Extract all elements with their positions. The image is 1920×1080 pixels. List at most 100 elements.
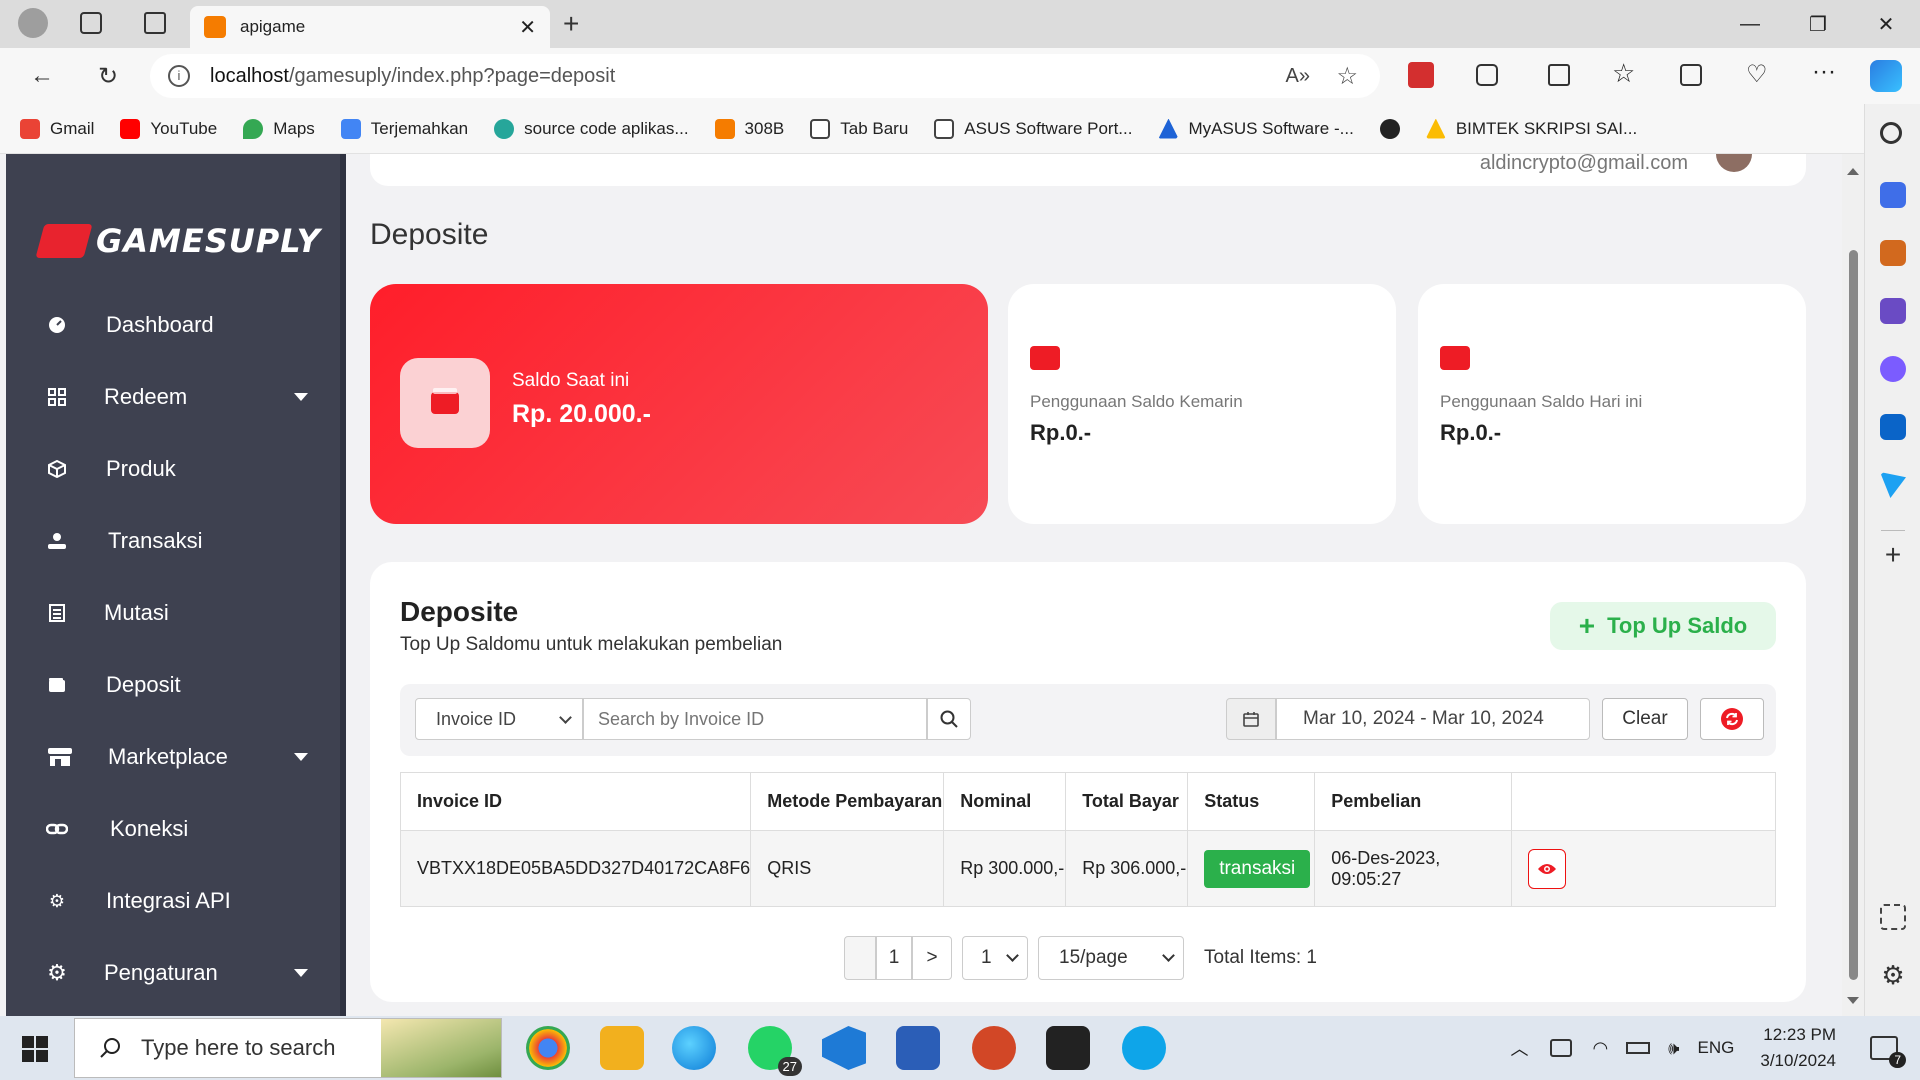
bookmark-github[interactable] bbox=[1379, 118, 1400, 139]
search-input[interactable] bbox=[583, 698, 927, 740]
file-explorer-icon[interactable] bbox=[600, 1026, 644, 1070]
avatar[interactable] bbox=[1716, 154, 1752, 172]
volume-icon[interactable]: 🕪 bbox=[1668, 1038, 1679, 1059]
word-icon[interactable] bbox=[896, 1026, 940, 1070]
page-select[interactable]: 1 bbox=[962, 936, 1028, 980]
column-header[interactable]: Total Bayar bbox=[1065, 772, 1189, 831]
minimize-icon[interactable]: — bbox=[1716, 0, 1784, 48]
bookmark-myasus[interactable]: MyASUS Software -... bbox=[1158, 118, 1354, 139]
extensions-icon[interactable] bbox=[1476, 64, 1498, 86]
new-tab-icon[interactable]: + bbox=[563, 10, 579, 38]
page-scrollbar[interactable] bbox=[1842, 154, 1864, 1016]
close-window-icon[interactable]: ✕ bbox=[1852, 0, 1920, 48]
page-number-button[interactable]: 1 bbox=[876, 936, 912, 980]
pdf-extension-icon[interactable] bbox=[1408, 62, 1434, 88]
view-detail-button[interactable] bbox=[1528, 848, 1567, 889]
profile-icon[interactable] bbox=[18, 8, 48, 38]
clear-button[interactable]: Clear bbox=[1602, 698, 1688, 740]
microsoft365-icon[interactable] bbox=[1880, 356, 1906, 382]
bookmark-gmail[interactable]: Gmail bbox=[20, 118, 94, 139]
send-icon[interactable] bbox=[1880, 472, 1906, 498]
search-button[interactable] bbox=[927, 698, 971, 740]
language-indicator[interactable]: ENG bbox=[1698, 1038, 1735, 1058]
column-header[interactable]: Invoice ID bbox=[399, 772, 752, 831]
clock[interactable]: 12:23 PM 3/10/2024 bbox=[1760, 1022, 1836, 1074]
outlook-icon[interactable] bbox=[1880, 414, 1906, 440]
notification-icon[interactable]: 7 bbox=[1870, 1036, 1906, 1068]
wifi-icon[interactable]: ◠ bbox=[1592, 1038, 1608, 1059]
column-header[interactable]: Pembelian bbox=[1314, 772, 1513, 831]
top-up-button[interactable]: + Top Up Saldo bbox=[1550, 602, 1776, 650]
tab-actions-icon[interactable] bbox=[144, 12, 166, 34]
shopping-tag-icon[interactable] bbox=[1880, 182, 1906, 208]
taskbar-search[interactable]: Type here to search bbox=[74, 1018, 502, 1078]
tab-apigame[interactable]: apigame ✕ bbox=[190, 6, 550, 48]
column-header[interactable]: Nominal bbox=[943, 772, 1067, 831]
back-icon[interactable]: ← bbox=[28, 62, 56, 90]
bookmark-tab-baru[interactable]: Tab Baru bbox=[810, 118, 908, 139]
date-range-input[interactable]: Mar 10, 2024 - Mar 10, 2024 bbox=[1276, 698, 1590, 740]
sidebar-item-transaksi[interactable]: Transaksi bbox=[6, 516, 346, 566]
column-header[interactable]: Status bbox=[1187, 772, 1316, 831]
settings-gear-icon[interactable]: ⚙ bbox=[1880, 962, 1906, 988]
sidebar-item-marketplace[interactable]: Marketplace bbox=[6, 732, 346, 782]
bookmark-youtube[interactable]: YouTube bbox=[120, 118, 217, 139]
bookmark-asus-software[interactable]: ASUS Software Port... bbox=[934, 118, 1132, 139]
per-page-select[interactable]: 15/page bbox=[1038, 936, 1184, 980]
restore-icon[interactable]: ❐ bbox=[1784, 0, 1852, 48]
vscode-icon[interactable] bbox=[822, 1026, 866, 1070]
add-icon[interactable]: + bbox=[1880, 541, 1906, 569]
search-icon[interactable] bbox=[1880, 122, 1902, 144]
workspaces-icon[interactable] bbox=[80, 12, 102, 34]
sidebar-item-produk[interactable]: Produk bbox=[6, 444, 346, 494]
screenshot-icon[interactable] bbox=[1880, 904, 1906, 930]
more-menu-icon[interactable]: ··· bbox=[1812, 58, 1836, 86]
games-icon[interactable] bbox=[1880, 298, 1906, 324]
sidebar-item-integrasi-api[interactable]: ⚙ Integrasi API bbox=[6, 876, 346, 926]
windows-start-icon[interactable] bbox=[22, 1036, 48, 1062]
tools-icon[interactable] bbox=[1880, 240, 1906, 266]
favorite-star-icon[interactable]: ☆ bbox=[1336, 62, 1358, 91]
chevron-up-icon[interactable]: ︿ bbox=[1510, 1035, 1528, 1061]
reload-icon[interactable]: ↻ bbox=[94, 62, 122, 90]
whatsapp-icon[interactable]: 27 bbox=[748, 1026, 802, 1076]
sidebar-item-redeem[interactable]: Redeem bbox=[6, 372, 346, 422]
refresh-button[interactable] bbox=[1700, 698, 1764, 740]
read-aloud-icon[interactable]: A» bbox=[1286, 65, 1310, 88]
close-tab-icon[interactable]: ✕ bbox=[519, 15, 536, 40]
browser-essentials-icon[interactable]: ♡ bbox=[1746, 60, 1768, 89]
sidebar-item-label: Koneksi bbox=[110, 816, 189, 841]
meet-now-icon[interactable] bbox=[1550, 1039, 1573, 1057]
bookmark-bimtek[interactable]: BIMTEK SKRIPSI SAI... bbox=[1425, 118, 1637, 139]
favorites-icon[interactable]: ☆ bbox=[1612, 58, 1635, 89]
battery-icon[interactable] bbox=[1626, 1042, 1651, 1054]
scroll-up-icon[interactable] bbox=[1847, 168, 1859, 175]
prev-page-button[interactable] bbox=[844, 936, 876, 980]
chrome-icon[interactable] bbox=[526, 1026, 570, 1070]
sidebar-item-dashboard[interactable]: Dashboard bbox=[6, 300, 346, 350]
powerpoint-icon[interactable] bbox=[972, 1026, 1016, 1070]
scroll-down-icon[interactable] bbox=[1847, 997, 1859, 1004]
bookmark-308b[interactable]: 308B bbox=[714, 118, 784, 139]
copilot-icon[interactable] bbox=[1870, 60, 1902, 92]
sticky-notes-icon[interactable] bbox=[1046, 1026, 1090, 1070]
address-bar[interactable]: i localhost/gamesuply/index.php?page=dep… bbox=[150, 54, 1380, 98]
filter-field-select[interactable]: Invoice ID bbox=[415, 698, 583, 740]
site-info-icon[interactable]: i bbox=[168, 65, 190, 87]
bookmark-maps[interactable]: Maps bbox=[243, 118, 315, 139]
sidebar-item-mutasi[interactable]: Mutasi bbox=[6, 588, 346, 638]
split-screen-icon[interactable] bbox=[1548, 64, 1570, 86]
sidebar-item-deposit[interactable]: Deposit bbox=[6, 660, 346, 710]
collections-icon[interactable] bbox=[1680, 64, 1702, 86]
column-header[interactable]: Metode Pembayaran bbox=[750, 772, 945, 831]
bookmark-terjemahkan[interactable]: Terjemahkan bbox=[340, 118, 468, 139]
next-page-button[interactable]: > bbox=[912, 936, 952, 980]
calendar-button[interactable] bbox=[1226, 698, 1276, 740]
sidebar-item-pengaturan[interactable]: ⚙ Pengaturan bbox=[6, 948, 346, 998]
sidebar-scrollbar[interactable] bbox=[340, 154, 346, 1016]
edge-icon[interactable] bbox=[672, 1026, 716, 1070]
scrollbar-thumb[interactable] bbox=[1849, 250, 1858, 980]
sidebar-item-koneksi[interactable]: Koneksi bbox=[6, 804, 346, 854]
bookmark-source-code[interactable]: source code aplikas... bbox=[494, 118, 689, 139]
app-icon[interactable] bbox=[1122, 1026, 1166, 1070]
